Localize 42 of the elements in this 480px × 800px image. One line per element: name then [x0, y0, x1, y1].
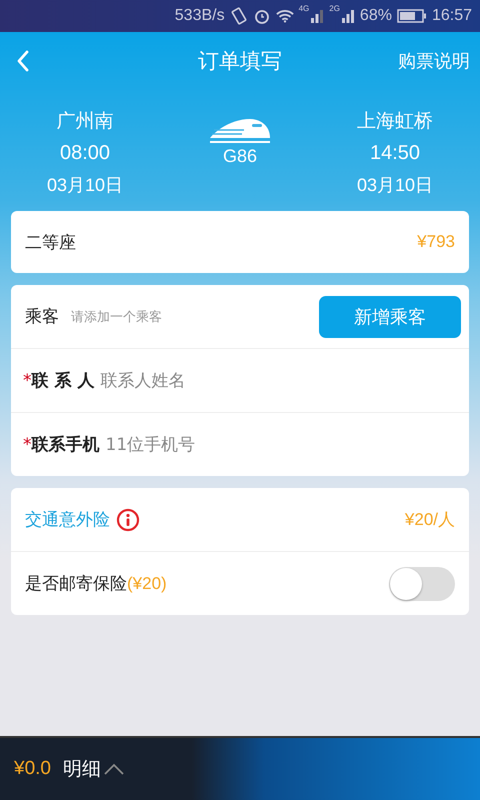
train-icon: [208, 116, 272, 146]
arrival-time: 14:50: [370, 142, 420, 165]
clock: 16:57: [432, 7, 472, 25]
mail-insurance-toggle[interactable]: [389, 566, 455, 600]
contact-field[interactable]: 11位手机号: [106, 434, 306, 454]
vibrate-icon: [230, 7, 248, 25]
network-speed: 533B/s: [174, 7, 225, 25]
back-icon[interactable]: [16, 49, 30, 73]
signal-icon: [310, 9, 324, 23]
wifi-icon: [276, 7, 294, 25]
page-title: 订单填写: [197, 48, 283, 75]
seat-price: ¥793: [417, 232, 455, 252]
mail-insurance-label: 是否邮寄保险: [25, 573, 127, 595]
signal-icon: [340, 9, 355, 23]
departure-date: 03月10日: [46, 174, 124, 197]
alarm-icon: [252, 7, 271, 25]
required-mark: *: [23, 434, 32, 454]
passenger-label: 乘客: [25, 306, 59, 328]
total-price: ¥0.0: [14, 758, 51, 780]
network-type: 4G: [298, 4, 310, 13]
info-icon[interactable]: [116, 508, 140, 532]
contact-field[interactable]: 联系人姓名: [100, 370, 300, 390]
required-mark: *: [23, 370, 32, 390]
mail-insurance-price: (¥20): [127, 574, 167, 594]
add-passenger-button[interactable]: 新增乘客: [319, 296, 461, 338]
caret-up-icon[interactable]: [102, 762, 125, 776]
train-number: G86: [222, 146, 258, 167]
arrival-station: 上海虹桥: [357, 109, 433, 134]
battery-icon: [396, 9, 427, 23]
price-detail-toggle[interactable]: 明细: [62, 756, 101, 782]
arrival-date: 03月10日: [356, 174, 434, 197]
passenger-hint: 请添加一个乘客: [71, 308, 162, 326]
departure-station: 广州南: [56, 109, 114, 134]
insurance-label[interactable]: 交通意外险: [25, 508, 110, 531]
insurance-price: ¥20/人: [404, 509, 455, 531]
contact-label: 联 系 人: [32, 370, 94, 392]
network-type: 2G: [329, 4, 340, 13]
seat-class: 二等座: [25, 232, 76, 254]
battery-percent: 68%: [360, 7, 392, 25]
departure-time: 08:00: [60, 142, 110, 165]
contact-label: 联系手机: [32, 434, 100, 456]
ticket-info-link[interactable]: 购票说明: [398, 49, 470, 73]
